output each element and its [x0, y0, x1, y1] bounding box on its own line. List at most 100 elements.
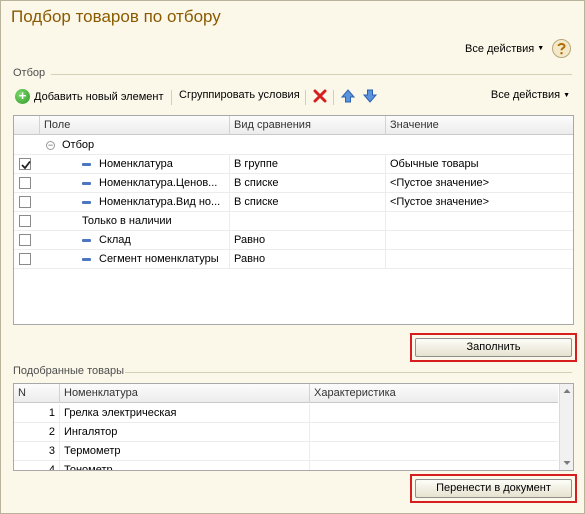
arrow-down-icon: [363, 89, 377, 103]
table-row[interactable]: 1 Грелка электрическая: [14, 404, 558, 423]
all-actions-label: Все действия: [465, 42, 535, 55]
collapse-icon[interactable]: −: [46, 140, 55, 150]
field-text: Только в наличии: [82, 215, 172, 227]
row-checkbox[interactable]: [19, 234, 31, 246]
selected-group-title: Подобранные товары: [13, 365, 124, 377]
scroll-down-arrow[interactable]: [560, 456, 573, 470]
condition-icon: [82, 181, 91, 185]
cell-item: Тонометр: [60, 461, 310, 470]
filter-row[interactable]: Сегмент номенклатуры Равно: [14, 250, 573, 269]
header-item[interactable]: Номенклатура: [60, 384, 310, 403]
cell-item: Термометр: [60, 442, 310, 461]
divider: [305, 90, 306, 105]
caret-down-icon: ▼: [537, 45, 545, 52]
condition-icon: [82, 257, 91, 261]
root-label: Отбор: [62, 139, 95, 151]
header-characteristic[interactable]: Характеристика: [310, 384, 560, 403]
cell-comparison[interactable]: В списке: [230, 193, 386, 212]
divider: [125, 372, 572, 373]
cell-characteristic: [310, 404, 560, 423]
cell-value[interactable]: [386, 212, 573, 231]
row-checkbox[interactable]: [19, 196, 31, 208]
vertical-scrollbar[interactable]: [559, 384, 573, 470]
field-text: Номенклатура: [99, 158, 173, 170]
row-checkbox[interactable]: [19, 253, 31, 265]
all-actions-menu[interactable]: Все действия ▼: [465, 43, 544, 55]
move-down-button[interactable]: [363, 89, 377, 103]
cell-characteristic: [310, 461, 560, 470]
cell-value[interactable]: [386, 250, 573, 269]
dialog-window: Подбор товаров по отбору Все действия ▼ …: [0, 0, 585, 514]
cell-field: Склад: [40, 231, 230, 250]
fill-button[interactable]: Заполнить: [415, 338, 572, 357]
filter-group-title: Отбор: [13, 67, 46, 79]
row-checkbox[interactable]: [19, 158, 31, 170]
filter-row[interactable]: Склад Равно: [14, 231, 573, 250]
field-text: Сегмент номенклатуры: [99, 253, 219, 265]
cell-n: 2: [14, 423, 60, 442]
cell-comparison[interactable]: Равно: [230, 231, 386, 250]
selected-table-header: N Номенклатура Характеристика: [14, 384, 558, 403]
row-checkbox[interactable]: [19, 215, 31, 227]
condition-icon: [82, 238, 91, 242]
filter-row[interactable]: Номенклатура.Вид но... В списке <Пустое зн…: [14, 193, 573, 212]
cell-n: 4: [14, 461, 60, 470]
cell-comparison[interactable]: В группе: [230, 155, 386, 174]
add-icon: +: [15, 89, 30, 104]
field-text: Номенклатура.Вид но...: [99, 196, 221, 208]
filter-table-header: Поле Вид сравнения Значение: [14, 116, 573, 135]
cell-item: Грелка электрическая: [60, 404, 310, 423]
cell-value[interactable]: <Пустое значение>: [386, 193, 573, 212]
header-checkbox-column: [14, 116, 40, 135]
field-text: Склад: [99, 234, 131, 246]
arrow-up-icon: [341, 89, 355, 103]
cell-value[interactable]: [386, 231, 573, 250]
header-actions: Все действия ▼: [465, 39, 572, 58]
filter-row[interactable]: Только в наличии: [14, 212, 573, 231]
cell-characteristic: [310, 423, 560, 442]
delete-icon: [313, 89, 327, 103]
help-icon[interactable]: [552, 39, 572, 58]
cell-field: Сегмент номенклатуры: [40, 250, 230, 269]
add-element-button[interactable]: + Добавить новый элемент: [15, 89, 164, 104]
scroll-up-arrow[interactable]: [560, 384, 573, 398]
filter-root-row[interactable]: − Отбор: [14, 136, 573, 155]
delete-button[interactable]: [313, 89, 327, 103]
filter-all-actions-menu[interactable]: Все действия ▼: [491, 89, 570, 101]
cell-n: 1: [14, 404, 60, 423]
cell-comparison[interactable]: В списке: [230, 174, 386, 193]
move-up-button[interactable]: [341, 89, 355, 103]
cell-value[interactable]: <Пустое значение>: [386, 174, 573, 193]
divider: [171, 90, 172, 105]
divider: [51, 74, 572, 75]
table-row[interactable]: 3 Термометр: [14, 442, 558, 461]
add-element-label: Добавить новый элемент: [34, 90, 164, 103]
window-title: Подбор товаров по отбору: [11, 7, 221, 26]
cell-characteristic: [310, 442, 560, 461]
filter-row[interactable]: Номенклатура В группе Обычные товары: [14, 155, 573, 174]
selected-table: N Номенклатура Характеристика 1 Грелка эл…: [13, 383, 574, 471]
condition-icon: [82, 200, 91, 204]
cell-comparison[interactable]: [230, 212, 386, 231]
group-conditions-button[interactable]: Сгруппировать условия: [179, 89, 300, 101]
filter-all-actions-label: Все действия: [490, 89, 561, 101]
filter-row[interactable]: Номенклатура.Ценов... В списке <Пустое зна…: [14, 174, 573, 193]
filter-toolbar: + Добавить новый элемент Сгруппировать у…: [15, 89, 572, 105]
field-text: Номенклатура.Ценов...: [99, 177, 218, 189]
cell-value[interactable]: Обычные товары: [386, 155, 573, 174]
cell-comparison[interactable]: Равно: [230, 250, 386, 269]
table-row[interactable]: 2 Ингалятор: [14, 423, 558, 442]
table-row[interactable]: 4 Тонометр: [14, 461, 560, 470]
header-value[interactable]: Значение: [386, 116, 573, 135]
filter-table: Поле Вид сравнения Значение − Отбор Номен…: [13, 115, 574, 325]
row-checkbox[interactable]: [19, 177, 31, 189]
header-n[interactable]: N: [14, 384, 60, 403]
transfer-to-document-button[interactable]: Перенести в документ: [415, 479, 572, 498]
condition-icon: [82, 162, 91, 166]
header-field[interactable]: Поле: [40, 116, 230, 135]
cell-field: Только в наличии: [40, 212, 230, 231]
caret-down-icon: ▼: [563, 91, 570, 99]
checkmark-icon: [21, 160, 31, 170]
root-cell: − Отбор: [40, 136, 573, 155]
header-comparison[interactable]: Вид сравнения: [230, 116, 386, 135]
